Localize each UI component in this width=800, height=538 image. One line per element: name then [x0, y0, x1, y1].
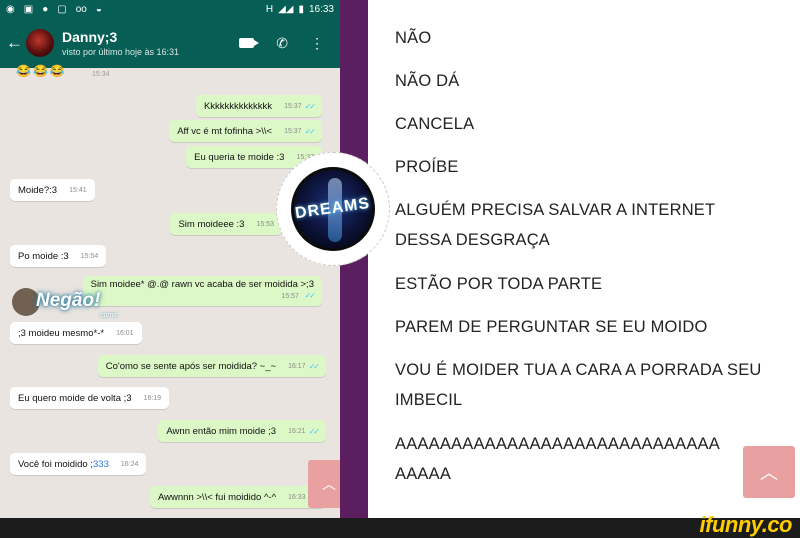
double-check-icon: ✓✓ [304, 291, 316, 300]
rant-line: ALGUÉM PRECISA SALVAR A INTERNET [395, 201, 716, 219]
message-icon: ▣ [23, 3, 34, 15]
chat-bubble-incoming: Eu quero moide de volta ;3 16:19 [10, 387, 170, 409]
dot-icon: ● [42, 3, 49, 15]
signal-icon: ◢◢ [278, 3, 294, 15]
gallery-icon: ▢ [57, 3, 67, 15]
scroll-to-top-button[interactable]: ︿ [743, 446, 795, 498]
message-time: 16:17 [288, 362, 306, 370]
rant-line: ESTÃO POR TODA PARTE [395, 275, 603, 293]
more-icon[interactable]: ⋮ [310, 35, 324, 52]
watermark-subtext: comic [100, 312, 119, 319]
rant-line: PAREM DE PERGUNTAR SE EU MOIDO [395, 318, 708, 336]
rant-line: IMBECIL [395, 391, 463, 409]
chevron-up-icon: ︿ [322, 476, 336, 492]
message-time: 15:34 [92, 71, 110, 78]
chat-bubble-outgoing: Awwnnn >\\< fui moidido ^-^ 16:33 ✓✓ [150, 486, 326, 508]
message-time: 16:01 [116, 329, 134, 337]
double-check-icon: ✓✓ [308, 361, 320, 371]
rant-line: CANCELA [395, 115, 475, 133]
emoji-row: 😂😂😂 [16, 64, 67, 78]
rant-line: PROÍBE [395, 158, 459, 176]
watermark-text: Negão! [36, 290, 101, 311]
message-text: Aff vc é mt fofinha >\\< [177, 125, 273, 137]
back-arrow-icon[interactable]: ← [6, 33, 23, 53]
ifunny-watermark: ifunny.co [699, 512, 793, 537]
message-time: 16:33 [288, 493, 306, 501]
message-text: Sim moideee :3 [178, 218, 245, 230]
double-check-icon: ✓✓ [304, 101, 316, 111]
rant-text-panel: NÃO NÃO DÁ CANCELA PROÍBE ALGUÉM PRECISA… [368, 0, 800, 518]
footer-bar: ifunny.co [0, 512, 800, 538]
message-time: 15:41 [69, 186, 87, 194]
message-text: Kkkkkkkkkkkkkk [203, 100, 273, 112]
message-text: Co'omo se sente após ser moidida? ~_~ [105, 360, 277, 372]
double-check-icon: ✓✓ [308, 426, 320, 436]
avatar[interactable] [26, 29, 54, 57]
chat-bubble-incoming: Moide?:3 15:41 [10, 179, 95, 201]
message-text: Po moide :3 [18, 250, 69, 262]
chat-bubble-outgoing: Awnn então mim moide ;3 16:21 ✓✓ [158, 420, 326, 442]
network-type: H [265, 3, 274, 15]
contact-name: Danny;3 [62, 29, 118, 45]
whatsapp-screenshot: ◉ ▣ ● ▢ oo ◒ H ◢◢ ▮ 16:33 ← Danny;3 vist… [0, 0, 340, 518]
message-text: Eu quero moide de volta ;3 [18, 392, 132, 404]
battery-icon: ▮ [298, 3, 304, 15]
chat-bubble-outgoing: Kkkkkkkkkkkkkk 15:37 ✓✓ [195, 95, 322, 117]
watermark-logo: Negão! comic [12, 286, 132, 326]
dreams-logo: DREAMS [276, 152, 390, 266]
meme-image: ◉ ▣ ● ▢ oo ◒ H ◢◢ ▮ 16:33 ← Danny;3 vist… [0, 0, 800, 538]
rant-line: DESSA DESGRAÇA [395, 231, 551, 249]
message-time: 16:24 [120, 460, 139, 468]
rant-line: AAAAAAAAAAAAAAAAAAAAAAAAAAAAA [395, 435, 720, 453]
message-time: 15:57 [281, 293, 299, 300]
pokeball-icon: ◒ [95, 3, 102, 15]
chat-bubble-incoming: Po moide :3 15:54 [10, 245, 107, 267]
last-seen: visto por último hoje às 16:31 [62, 47, 180, 57]
message-text: Eu queria te moide :3 [194, 151, 285, 163]
contact-info[interactable]: Danny;3 visto por último hoje às 16:31 [62, 29, 179, 57]
chat-bubble-outgoing: Aff vc é mt fofinha >\\< 15:37 ✓✓ [169, 120, 322, 142]
clock: 16:33 [308, 3, 334, 15]
voicemail-icon: oo [75, 3, 87, 15]
chat-bubble-outgoing: Co'omo se sente após ser moidida? ~_~ 16… [97, 355, 326, 377]
message-time: 15:54 [80, 252, 99, 260]
message-text: Awnn então mim moide ;3 [166, 425, 277, 437]
phone-icon[interactable]: ✆ [276, 35, 288, 52]
message-text: ;3 moideu mesmo*-* [18, 327, 105, 339]
message-text: Você foi moidido ; [18, 458, 93, 470]
rant-line: VOU É MOIDER TUA A CARA A PORRADA SEU [395, 361, 762, 379]
message-text: Awwnnn >\\< fui moidido ^-^ [158, 491, 277, 503]
rant-line: NÃO [395, 29, 432, 47]
video-call-icon[interactable] [239, 38, 260, 48]
chat-bubble-incoming: Você foi moidido ; 333 16:24 [10, 453, 147, 475]
scroll-to-top-button[interactable]: ︿ [308, 460, 340, 508]
status-bar: ◉ ▣ ● ▢ oo ◒ H ◢◢ ▮ 16:33 [0, 0, 340, 18]
rant-line: NÃO DÁ [395, 72, 460, 90]
message-time: 16:19 [143, 394, 162, 402]
message-time: 16:21 [288, 427, 306, 435]
message-time: 15:37 [284, 127, 302, 135]
message-time: 15:53 [256, 220, 274, 228]
chat-bubble-outgoing: Sim moideee :3 15:53 [170, 213, 282, 235]
chevron-up-icon: ︿ [760, 463, 778, 483]
double-check-icon: ✓✓ [304, 126, 316, 136]
message-text: Moide?:3 [18, 184, 58, 196]
rant-line: AAAAA [395, 465, 452, 483]
whatsapp-icon: ◉ [6, 3, 15, 15]
message-time: 15:37 [284, 102, 302, 110]
chat-header: ← Danny;3 visto por último hoje às 16:31… [0, 18, 340, 68]
message-number: 333 [93, 458, 109, 470]
logo-emblem-icon: DREAMS [291, 167, 375, 251]
